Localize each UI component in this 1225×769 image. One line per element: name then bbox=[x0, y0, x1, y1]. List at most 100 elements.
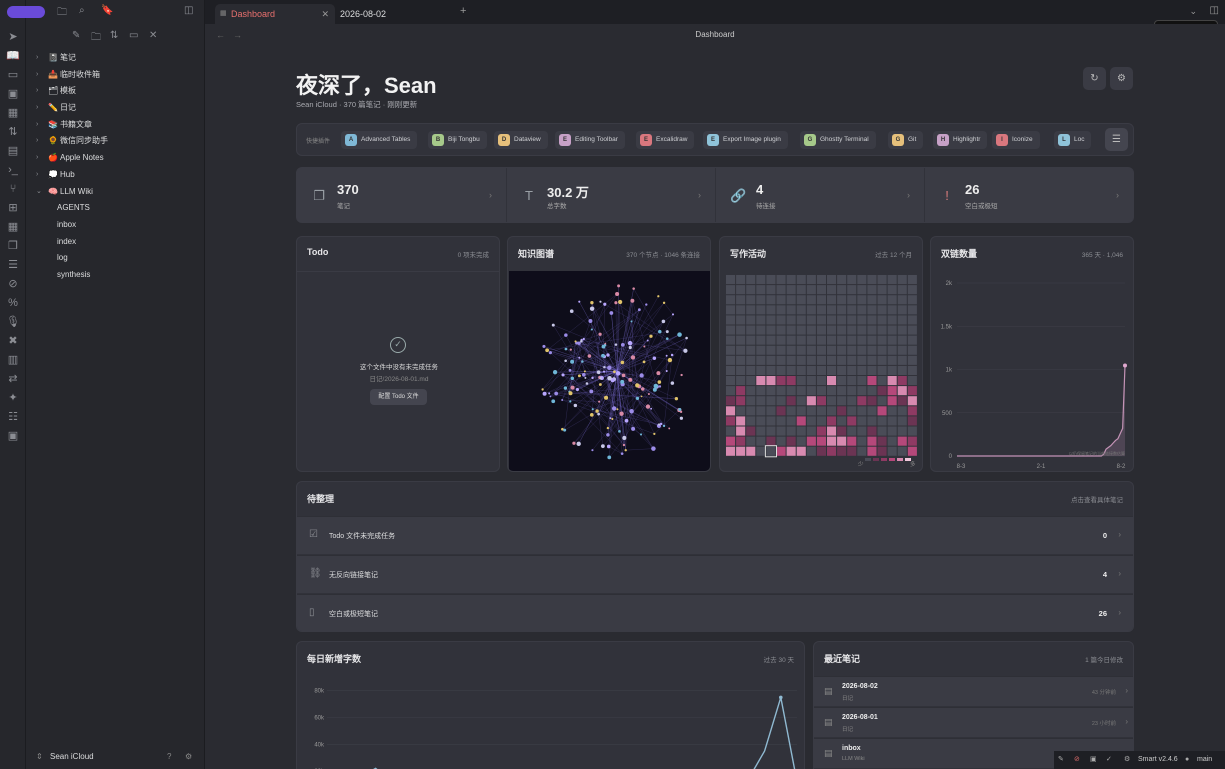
code-percent-icon[interactable]: % bbox=[6, 296, 20, 310]
right-sidebar-toggle-icon[interactable]: ◫ bbox=[1210, 5, 1219, 16]
stat-words[interactable]: T 30.2 万总字数 › bbox=[506, 168, 715, 222]
configure-todo-button[interactable]: 配置 Todo 文件 bbox=[370, 389, 427, 405]
help-icon[interactable]: ? bbox=[167, 750, 171, 764]
git-fork-icon[interactable]: ⑂ bbox=[6, 182, 20, 196]
git-branch[interactable]: main bbox=[1197, 751, 1212, 769]
tree-file[interactable]: synthesis bbox=[26, 267, 205, 284]
folder-emoji-icon: 🌻 bbox=[48, 136, 58, 146]
git-compare-icon[interactable]: ⇄ bbox=[6, 372, 20, 386]
copy-icon[interactable]: ❐ bbox=[6, 239, 20, 253]
table-icon[interactable]: ▥ bbox=[6, 353, 20, 367]
plugin-chip[interactable]: E Editing Toolbar bbox=[555, 131, 625, 149]
tools-icon[interactable]: ✖ bbox=[6, 334, 20, 348]
graph-node bbox=[668, 427, 671, 430]
image-icon[interactable]: ▣ bbox=[6, 87, 20, 101]
tab-label: 2026-08-02 bbox=[340, 9, 387, 19]
graph-canvas[interactable] bbox=[509, 271, 711, 472]
stat-notes[interactable]: ❐ 370 笔记 › bbox=[297, 168, 506, 222]
microphone-icon[interactable]: 🎙 bbox=[6, 315, 20, 329]
refresh-button[interactable]: ↻ bbox=[1083, 67, 1106, 90]
lock-icon[interactable]: ▣ bbox=[1090, 751, 1097, 769]
recent-note-row[interactable]: ▤ 2026-08-01 日记 23 小时前 › bbox=[814, 707, 1133, 737]
book-icon[interactable]: 📖 bbox=[6, 49, 20, 63]
pencil-icon[interactable]: ✎ bbox=[1058, 751, 1064, 769]
heatmap-cell bbox=[816, 446, 826, 456]
tree-item[interactable]: › 📚 书籍文章 bbox=[26, 117, 205, 134]
tab-daily-note[interactable]: 2026-08-02 bbox=[335, 4, 455, 24]
terminal-icon[interactable]: ›_ bbox=[6, 163, 20, 177]
grid-icon[interactable]: ⊞ bbox=[6, 201, 20, 215]
stat-links[interactable]: 🔗 4 待连接 › bbox=[715, 168, 924, 222]
tree-file[interactable]: AGENTS bbox=[26, 200, 205, 217]
plugin-chip[interactable]: G Ghostty Terminal bbox=[800, 131, 876, 149]
tree-item[interactable]: › 🗂 模板 bbox=[26, 83, 205, 100]
sort-order-icon[interactable]: ⇅ bbox=[110, 30, 118, 41]
smart-plugin-status[interactable]: Smart v2.4.6 bbox=[1138, 751, 1178, 769]
collapse-icon[interactable]: ▭ bbox=[129, 30, 138, 41]
sparkle-icon[interactable]: ✦ bbox=[6, 391, 20, 405]
tree-item[interactable]: › 🍎 Apple Notes bbox=[26, 150, 205, 167]
recent-note-row[interactable]: ▤ 2026-08-02 日记 43 分钟前 › bbox=[814, 676, 1133, 706]
check-icon[interactable]: ✓ bbox=[1106, 751, 1112, 769]
stat-empty[interactable]: ! 26 空白或极短 › bbox=[924, 168, 1133, 222]
cursor-icon[interactable]: ➤ bbox=[6, 30, 20, 44]
plugin-chip[interactable]: I Iconize bbox=[992, 131, 1040, 149]
card-title: 知识图谱 bbox=[518, 249, 555, 259]
sort-icon[interactable]: ⇅ bbox=[6, 125, 20, 139]
heatmap-cell bbox=[806, 416, 816, 426]
tree-file[interactable]: inbox bbox=[26, 217, 205, 234]
tab-dashboard[interactable]: ▦ Dashboard ✕ bbox=[215, 4, 335, 24]
tree-item[interactable]: › 📓 笔记 bbox=[26, 50, 205, 67]
settings-button[interactable]: ⚙ bbox=[1110, 67, 1133, 90]
search-icon[interactable]: ⌕ bbox=[79, 5, 85, 16]
pending-row-todo[interactable]: ☑ Todo 文件未完成任务 0 › bbox=[297, 516, 1133, 554]
list-icon[interactable]: ☰ bbox=[6, 258, 20, 272]
graph-node bbox=[621, 373, 626, 378]
pending-row-empty[interactable]: ▯ 空白或极短笔记 26 › bbox=[297, 594, 1133, 631]
plugin-settings-button[interactable]: ☰ bbox=[1105, 128, 1128, 151]
tree-file[interactable]: log bbox=[26, 250, 205, 267]
calendar-icon[interactable]: ▦ bbox=[6, 106, 20, 120]
tree-item[interactable]: › 📥 临时收件箱 bbox=[26, 67, 205, 84]
heatmap-cell bbox=[746, 426, 756, 436]
new-folder-icon[interactable]: 🗀 bbox=[91, 30, 101, 47]
slash-box-icon[interactable]: ⊘ bbox=[6, 277, 20, 291]
row-count: 4 bbox=[1102, 570, 1107, 579]
plugin-chip[interactable]: A Advanced Tables bbox=[341, 131, 418, 149]
heatmap-cell bbox=[746, 345, 756, 355]
bookmark-icon[interactable]: 🔖 bbox=[101, 5, 113, 16]
tree-item[interactable]: › ✏️ 日记 bbox=[26, 100, 205, 117]
plugin-chip[interactable]: E Excalidraw bbox=[636, 131, 695, 149]
tree-item[interactable]: › 💭 Hub bbox=[26, 167, 205, 184]
pending-hint[interactable]: 点击查看具体笔记 bbox=[1071, 494, 1123, 504]
close-tab-icon[interactable]: ✕ bbox=[321, 4, 329, 24]
close-icon[interactable]: ✕ bbox=[149, 30, 157, 41]
box-icon[interactable]: ▣ bbox=[6, 429, 20, 443]
plugin-chip[interactable]: E Export Image plugin bbox=[703, 131, 788, 149]
graph-node bbox=[577, 374, 581, 378]
sync-off-icon[interactable]: ⊘ bbox=[1074, 751, 1080, 769]
new-tab-icon[interactable]: + bbox=[460, 5, 466, 17]
new-note-icon[interactable]: ✎ bbox=[72, 30, 80, 41]
file-text-icon[interactable]: ▤ bbox=[6, 144, 20, 158]
tree-item[interactable]: › 🌻 微信同步助手 bbox=[26, 133, 205, 150]
plugin-chip[interactable]: L Loc bbox=[1054, 131, 1092, 149]
vault-footer[interactable]: ⇕ Sean iCloud ? ⚙ bbox=[36, 750, 196, 764]
tree-item[interactable]: ⌄ 🧠 LLM Wiki bbox=[26, 184, 205, 201]
chevron-down-icon[interactable]: ⌄ bbox=[1189, 6, 1197, 17]
graph-node bbox=[620, 379, 625, 384]
settings-icon[interactable]: ⚙ bbox=[185, 750, 192, 764]
layout-icon[interactable]: ▭ bbox=[6, 68, 20, 82]
plugin-chip[interactable]: G Git bbox=[888, 131, 924, 149]
tree-file[interactable]: index bbox=[26, 234, 205, 251]
pending-row-unlinked[interactable]: ⛓ 无反向链接笔记 4 › bbox=[297, 555, 1133, 593]
plugin-chip[interactable]: H Highlightr bbox=[933, 131, 988, 149]
plugin-chip[interactable]: D Dataview bbox=[494, 131, 548, 149]
folder-icon[interactable]: 🗀 bbox=[57, 5, 67, 22]
sidebar-toggle-icon[interactable]: ◫ bbox=[184, 5, 193, 16]
heatmap-cell bbox=[877, 335, 887, 345]
plugin-chip[interactable]: B Biji Tongbu bbox=[428, 131, 487, 149]
calendar-days-icon[interactable]: ▦ bbox=[6, 220, 20, 234]
vault-switcher-button[interactable] bbox=[7, 6, 45, 18]
filter-icon[interactable]: ☷ bbox=[6, 410, 20, 424]
